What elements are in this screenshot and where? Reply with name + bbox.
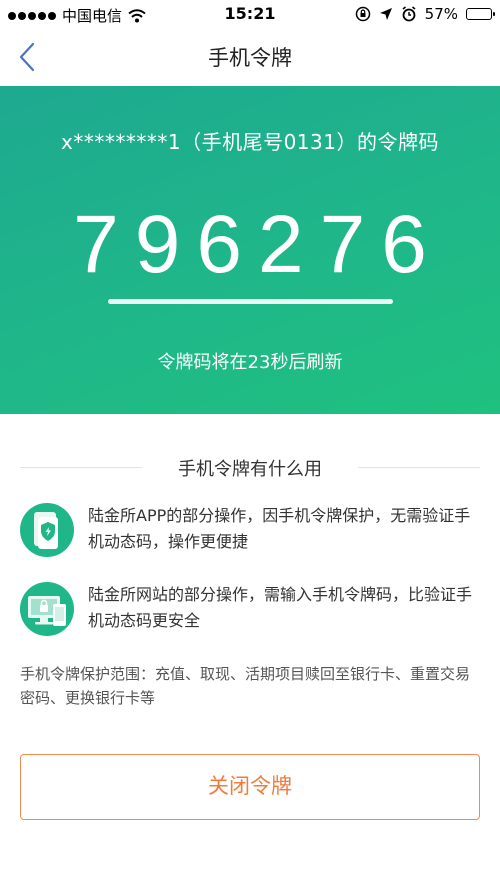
navigation-bar: 手机令牌 (0, 28, 500, 86)
status-bar-right: 57% (355, 5, 495, 23)
token-panel: x*********1（手机尾号0131）的令牌码 796276 令牌码将在23… (0, 86, 500, 414)
feature-text: 陆金所APP的部分操作，因手机令牌保护，无需验证手机动态码，操作更便捷 (88, 506, 471, 551)
page-title: 手机令牌 (208, 46, 292, 70)
monitor-lock-icon (20, 582, 74, 636)
section-heading-text: 手机令牌有什么用 (178, 459, 322, 480)
feature-item: 陆金所APP的部分操作，因手机令牌保护，无需验证手机动态码，操作更便捷 (20, 503, 480, 557)
protection-scope-text: 手机令牌保护范围：充值、取现、活期项目赎回至银行卡、重置交易密码、更换银行卡等 (20, 665, 471, 707)
battery-percent: 57% (424, 5, 458, 23)
feature-item: 陆金所网站的部分操作，需输入手机令牌码，比验证手机动态码更安全 (20, 582, 480, 636)
refresh-countdown-text: 令牌码将在23秒后刷新 (157, 352, 343, 373)
refresh-progress-bar (108, 299, 393, 304)
phone-shield-icon (20, 503, 74, 557)
section-heading: 手机令牌有什么用 (20, 455, 480, 480)
battery-icon (466, 8, 495, 20)
location-arrow-icon (379, 8, 392, 20)
feature-text: 陆金所网站的部分操作，需输入手机令牌码，比验证手机动态码更安全 (88, 585, 473, 630)
divider-right (358, 467, 480, 468)
status-bar: 中国电信 15:21 57% (0, 0, 500, 28)
token-owner-label: x*********1（手机尾号0131）的令牌码 (61, 130, 439, 154)
alarm-icon (402, 6, 416, 22)
orientation-lock-icon (355, 6, 370, 22)
close-token-button[interactable]: 关闭令牌 (20, 754, 480, 820)
refresh-progress-fill (108, 299, 393, 304)
token-code: 796276 (73, 199, 443, 290)
